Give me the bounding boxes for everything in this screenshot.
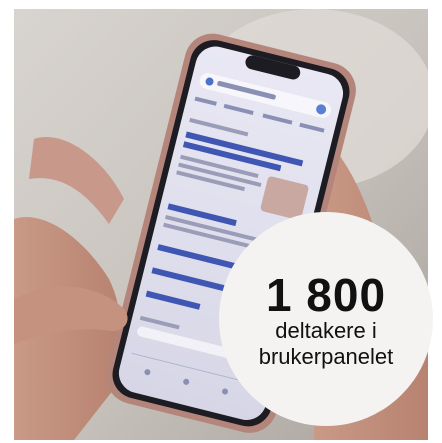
badge-caption-line2: brukerpanelet <box>258 344 394 369</box>
badge-caption-line1: deltakere i <box>275 317 377 343</box>
participant-count: 1 800 <box>265 268 387 321</box>
stat-badge: 1 800 deltakere i brukerpanelet <box>219 212 433 426</box>
